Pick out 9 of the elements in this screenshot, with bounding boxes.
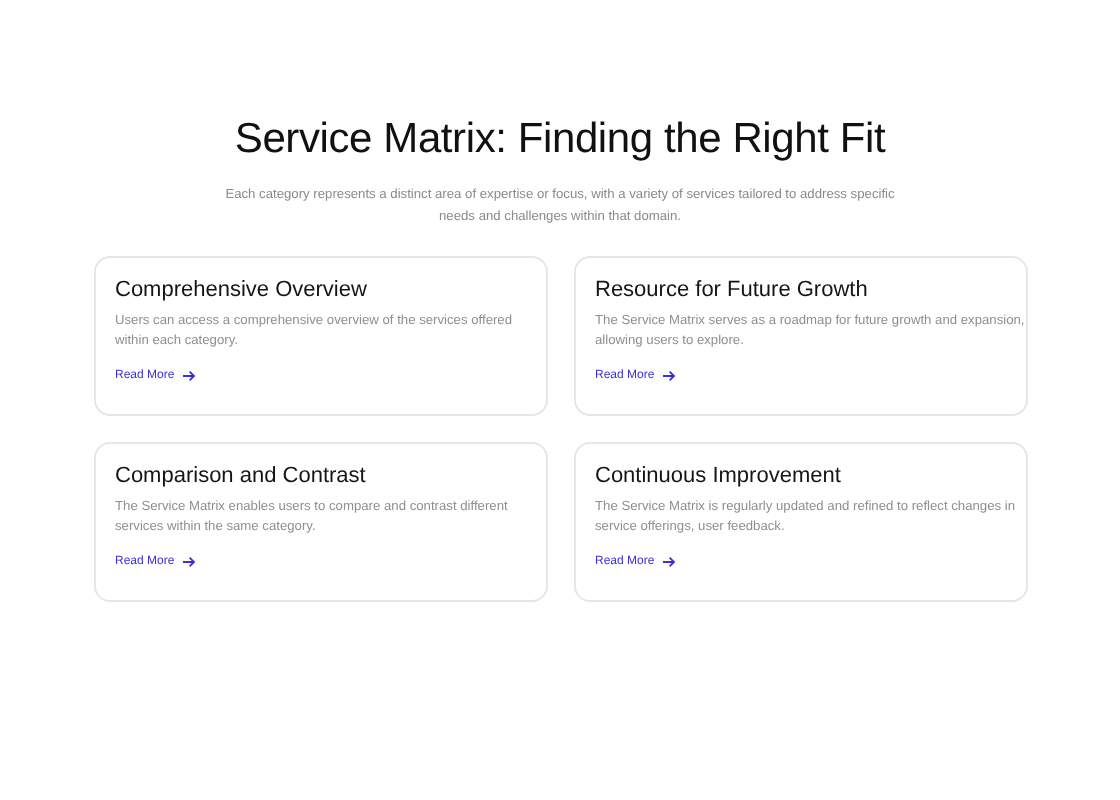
page-title: Service Matrix: Finding the Right Fit: [232, 116, 888, 164]
arrow-right-icon: [662, 556, 677, 568]
card-title: Continuous Improvement: [595, 464, 843, 488]
arrow-right-icon: [662, 370, 677, 382]
arrow-right-icon: [182, 370, 197, 382]
card-title: Comparison and Contrast: [115, 464, 368, 488]
card-title: Comprehensive Overview: [115, 278, 369, 302]
arrow-right-icon: [182, 556, 197, 568]
card-title: Resource for Future Growth: [595, 278, 870, 302]
